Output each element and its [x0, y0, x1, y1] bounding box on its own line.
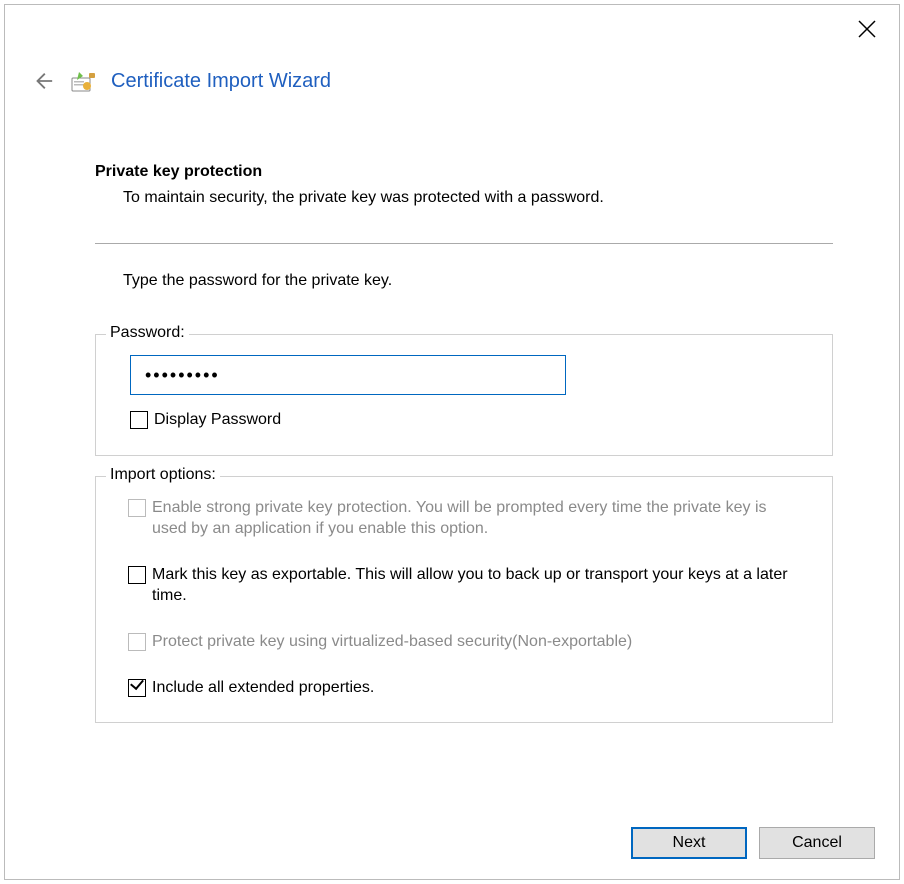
- wizard-footer: Next Cancel: [631, 827, 875, 859]
- option-strong-protection: Enable strong private key protection. Yo…: [128, 497, 812, 540]
- display-password-row[interactable]: Display Password: [130, 409, 812, 431]
- option-vbs-label: Protect private key using virtualized-ba…: [152, 631, 632, 653]
- display-password-checkbox[interactable]: [130, 411, 148, 429]
- wizard-title: Certificate Import Wizard: [111, 70, 331, 93]
- back-button[interactable]: [29, 67, 57, 95]
- page-heading: Private key protection: [95, 163, 833, 181]
- option-vbs: Protect private key using virtualized-ba…: [128, 631, 812, 653]
- password-fieldset: Password: Display Password: [95, 334, 833, 456]
- certificate-icon: [71, 70, 97, 92]
- import-options-fieldset: Import options: Enable strong private ke…: [95, 476, 833, 724]
- option-exportable-checkbox[interactable]: [128, 566, 146, 584]
- display-password-label: Display Password: [154, 409, 281, 431]
- import-options-legend: Import options:: [106, 466, 220, 484]
- wizard-content: Private key protection To maintain secur…: [5, 95, 899, 723]
- close-icon: [857, 19, 877, 39]
- password-legend: Password:: [106, 324, 189, 342]
- divider: [95, 243, 833, 244]
- option-extended-properties-checkbox[interactable]: [128, 679, 146, 697]
- option-exportable-label: Mark this key as exportable. This will a…: [152, 564, 792, 607]
- option-vbs-checkbox: [128, 633, 146, 651]
- next-button[interactable]: Next: [631, 827, 747, 859]
- option-extended-properties-label: Include all extended properties.: [152, 677, 374, 699]
- cancel-button[interactable]: Cancel: [759, 827, 875, 859]
- wizard-header: Certificate Import Wizard: [5, 5, 899, 95]
- page-subheading: To maintain security, the private key wa…: [123, 189, 833, 207]
- wizard-dialog: Certificate Import Wizard Private key pr…: [4, 4, 900, 880]
- option-exportable[interactable]: Mark this key as exportable. This will a…: [128, 564, 812, 607]
- option-extended-properties[interactable]: Include all extended properties.: [128, 677, 812, 699]
- option-strong-protection-checkbox: [128, 499, 146, 517]
- back-arrow-icon: [32, 70, 54, 92]
- password-input[interactable]: [130, 355, 566, 395]
- instruction-text: Type the password for the private key.: [123, 272, 833, 290]
- close-button[interactable]: [857, 19, 877, 44]
- option-strong-protection-label: Enable strong private key protection. Yo…: [152, 497, 792, 540]
